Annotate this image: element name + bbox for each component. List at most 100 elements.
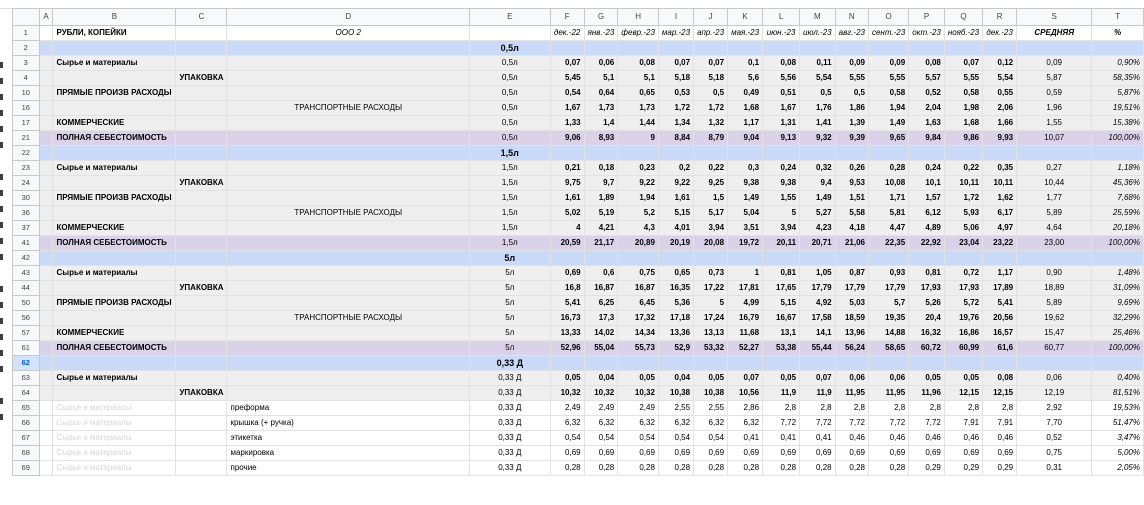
month-value-cell[interactable]: 0,69	[549, 445, 585, 461]
month-header-cell[interactable]: мая.-23	[727, 25, 764, 41]
average-cell[interactable]: 5,89	[1016, 205, 1093, 221]
row-number[interactable]: 24	[12, 175, 40, 191]
month-value-cell[interactable]: 6,25	[583, 295, 619, 311]
item-label[interactable]: маркировка	[226, 445, 470, 461]
month-value-cell[interactable]: 4,23	[799, 220, 836, 236]
unit-cell[interactable]: 0,33 Д	[468, 415, 551, 431]
month-value-cell[interactable]: 0,29	[908, 460, 945, 476]
unit-cell[interactable]: 0,5л	[468, 115, 551, 131]
month-value-cell[interactable]: 14,34	[617, 325, 659, 341]
row-number[interactable]: 21	[12, 130, 40, 146]
month-value-cell[interactable]: 0,06	[834, 370, 869, 386]
month-value-cell[interactable]: 17,65	[762, 280, 801, 296]
average-cell[interactable]: 0,27	[1016, 160, 1093, 176]
month-value-cell[interactable]: 18,59	[834, 310, 869, 326]
month-value-cell[interactable]: 22,92	[908, 235, 945, 251]
month-value-cell[interactable]: 0,07	[693, 55, 729, 71]
month-value-cell[interactable]: 6,45	[617, 295, 659, 311]
cell[interactable]	[38, 160, 54, 176]
column-header[interactable]: T	[1091, 8, 1144, 26]
category-label[interactable]: Сырье и материалы	[52, 370, 177, 386]
group-toggle-marker[interactable]	[0, 142, 3, 148]
month-value-cell[interactable]: 0,05	[943, 370, 984, 386]
month-value-cell[interactable]: 16,87	[583, 280, 619, 296]
cell[interactable]	[226, 250, 470, 266]
cell[interactable]	[175, 310, 228, 326]
cell[interactable]	[226, 145, 470, 161]
cell[interactable]	[834, 145, 869, 161]
cell[interactable]	[799, 355, 836, 371]
column-header[interactable]: J	[693, 8, 729, 26]
month-value-cell[interactable]: 0,69	[982, 445, 1018, 461]
row-number[interactable]: 65	[12, 400, 40, 416]
unit-cell[interactable]: 0,33 Д	[468, 385, 551, 401]
cell[interactable]	[175, 415, 228, 431]
month-value-cell[interactable]: 0,46	[867, 430, 910, 446]
month-value-cell[interactable]: 20,89	[617, 235, 659, 251]
month-value-cell[interactable]: 0,54	[693, 430, 729, 446]
select-all-corner[interactable]	[12, 8, 40, 26]
month-value-cell[interactable]: 0,54	[657, 430, 695, 446]
month-value-cell[interactable]: 20,71	[799, 235, 836, 251]
cell[interactable]	[943, 355, 984, 371]
hidden-category-cell[interactable]: Сырье и материалы	[52, 460, 177, 476]
row-number[interactable]: 3	[12, 55, 40, 71]
category-label[interactable]: УПАКОВКА	[175, 70, 228, 86]
month-value-cell[interactable]: 11,96	[908, 385, 945, 401]
average-cell[interactable]: 60,77	[1016, 340, 1093, 356]
month-value-cell[interactable]: 0,06	[583, 55, 619, 71]
unit-cell[interactable]: 0,33 Д	[468, 400, 551, 416]
row-number[interactable]: 68	[12, 445, 40, 461]
month-value-cell[interactable]: 11,68	[727, 325, 764, 341]
cell[interactable]	[1091, 355, 1144, 371]
month-value-cell[interactable]: 0,5	[799, 85, 836, 101]
month-value-cell[interactable]: 55,73	[617, 340, 659, 356]
cell[interactable]	[226, 295, 470, 311]
cell[interactable]	[38, 460, 54, 476]
month-value-cell[interactable]: 0,05	[549, 370, 585, 386]
month-value-cell[interactable]: 20,11	[762, 235, 801, 251]
month-value-cell[interactable]: 8,79	[693, 130, 729, 146]
group-toggle-marker[interactable]	[0, 414, 3, 420]
average-cell[interactable]: 1,77	[1016, 190, 1093, 206]
percent-cell[interactable]: 51,47%	[1091, 415, 1144, 431]
cell[interactable]	[38, 25, 54, 41]
percent-cell[interactable]: 81,51%	[1091, 385, 1144, 401]
month-value-cell[interactable]: 0,5	[834, 85, 869, 101]
month-value-cell[interactable]: 0,41	[799, 430, 836, 446]
month-value-cell[interactable]: 14,88	[867, 325, 910, 341]
cell[interactable]	[549, 145, 585, 161]
month-value-cell[interactable]: 16,35	[657, 280, 695, 296]
cell[interactable]	[1091, 40, 1144, 56]
company-cell[interactable]: ООО 2	[226, 25, 470, 41]
month-value-cell[interactable]: 1,49	[727, 190, 764, 206]
month-header-cell[interactable]: сент.-23	[867, 25, 910, 41]
month-value-cell[interactable]: 5,06	[943, 220, 984, 236]
month-value-cell[interactable]: 16,87	[617, 280, 659, 296]
month-value-cell[interactable]: 1,49	[867, 115, 910, 131]
month-value-cell[interactable]: 0,05	[762, 370, 801, 386]
unit-cell[interactable]: 5л	[468, 265, 551, 281]
month-value-cell[interactable]: 7,72	[799, 415, 836, 431]
cell[interactable]	[657, 250, 695, 266]
month-value-cell[interactable]: 5,1	[583, 70, 619, 86]
column-header[interactable]: O	[867, 8, 910, 26]
month-value-cell[interactable]: 0,69	[693, 445, 729, 461]
row-number[interactable]: 37	[12, 220, 40, 236]
month-value-cell[interactable]: 1,72	[657, 100, 695, 116]
unit-cell[interactable]: 1,5л	[468, 160, 551, 176]
month-value-cell[interactable]: 1	[727, 265, 764, 281]
cell[interactable]	[38, 250, 54, 266]
month-value-cell[interactable]: 1,71	[867, 190, 910, 206]
month-value-cell[interactable]: 0,26	[834, 160, 869, 176]
month-value-cell[interactable]: 0,69	[549, 265, 585, 281]
cell[interactable]	[867, 355, 910, 371]
cell[interactable]	[52, 205, 177, 221]
month-value-cell[interactable]: 1,94	[617, 190, 659, 206]
month-value-cell[interactable]: 0,18	[583, 160, 619, 176]
month-value-cell[interactable]: 2,06	[982, 100, 1018, 116]
month-value-cell[interactable]: 17,81	[727, 280, 764, 296]
sheet-title-cell[interactable]: РУБЛИ, КОПЕЙКИ	[52, 25, 177, 41]
unit-cell[interactable]: 5л	[468, 310, 551, 326]
month-value-cell[interactable]: 10,32	[549, 385, 585, 401]
